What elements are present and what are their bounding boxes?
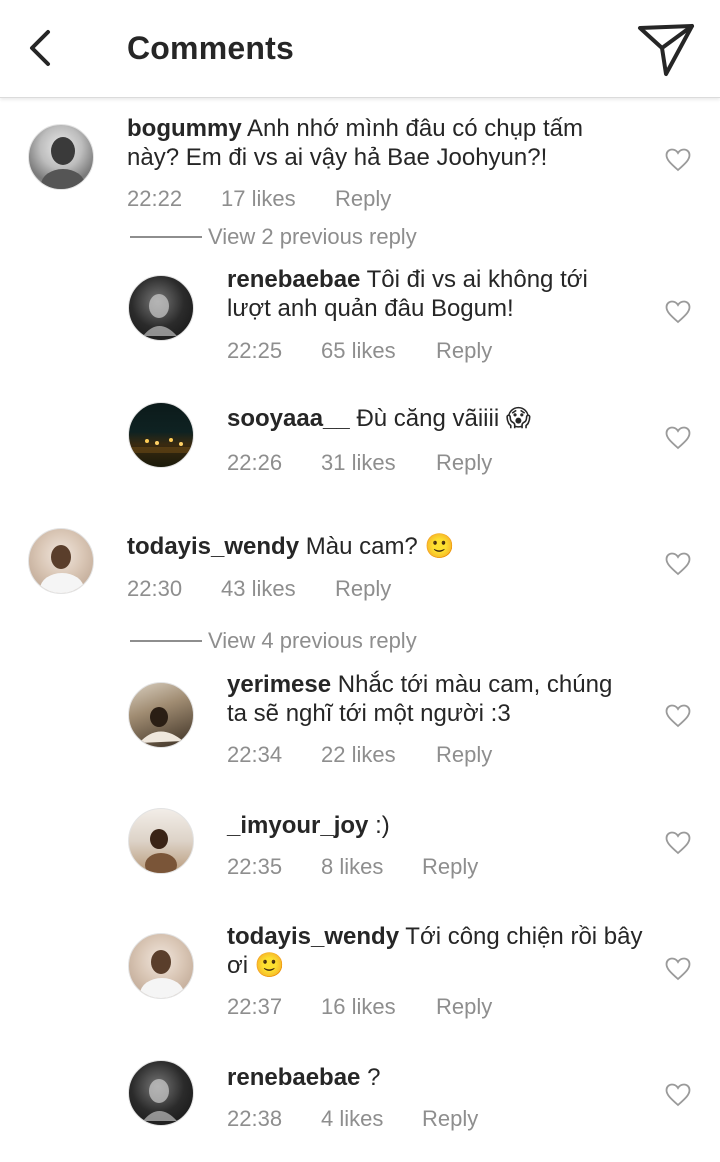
heart-outline-icon[interactable] [665, 831, 691, 855]
likes-count[interactable]: 4 likes [321, 1106, 383, 1132]
view-previous-replies-button[interactable]: View 4 previous reply [130, 628, 417, 654]
reply-button[interactable]: Reply [422, 1106, 478, 1132]
heart-outline-icon[interactable] [665, 426, 691, 450]
likes-count[interactable]: 65 likes [321, 338, 396, 364]
likes-count[interactable]: 16 likes [321, 994, 396, 1020]
comment-body: Đù căng vãiiii 😱 [356, 405, 531, 432]
comment-text: yerimese Nhắc tới màu cam, chúng ta sẽ n… [227, 670, 627, 728]
heart-outline-icon[interactable] [665, 1083, 691, 1107]
comment-body: :) [375, 812, 390, 839]
heart-outline-icon[interactable] [665, 704, 691, 728]
timestamp: 22:26 [227, 450, 283, 475]
username[interactable]: sooyaaa__ [227, 405, 350, 432]
reply-button[interactable]: Reply [436, 450, 492, 476]
view-previous-label: View 2 previous reply [208, 224, 417, 249]
likes-count[interactable]: 8 likes [321, 854, 383, 880]
heart-outline-icon[interactable] [665, 300, 691, 324]
avatar[interactable] [128, 275, 194, 341]
divider [130, 236, 202, 238]
likes-count[interactable]: 22 likes [321, 742, 396, 768]
reply-button[interactable]: Reply [422, 854, 478, 880]
username[interactable]: _imyour_joy [227, 812, 368, 839]
comment-text: bogummy Anh nhớ mình đâu có chụp tấm này… [127, 114, 597, 172]
heart-outline-icon[interactable] [665, 148, 691, 172]
reply-item: yerimese Nhắc tới màu cam, chúng ta sẽ n… [0, 670, 720, 770]
likes-count[interactable]: 17 likes [221, 186, 296, 212]
comment-item: todayis_wendy Màu cam? 🙂 22:30 43 likes … [0, 528, 720, 612]
username[interactable]: renebaebae [227, 266, 360, 293]
timestamp: 22:35 [227, 854, 283, 879]
avatar[interactable] [128, 808, 194, 874]
page-title: Comments [127, 30, 294, 66]
back-button[interactable] [20, 26, 60, 70]
comment-text: todayis_wendy Màu cam? 🙂 [127, 532, 607, 561]
view-previous-label: View 4 previous reply [208, 628, 417, 653]
username[interactable]: renebaebae [227, 1064, 360, 1091]
divider [130, 640, 202, 642]
comment-body: ? [367, 1064, 381, 1091]
reply-item: todayis_wendy Tới công chiện rồi bây ơi … [0, 922, 720, 1022]
avatar[interactable] [128, 1060, 194, 1126]
likes-count[interactable]: 31 likes [321, 450, 396, 476]
top-bar: Comments [0, 0, 720, 98]
likes-count[interactable]: 43 likes [221, 576, 296, 602]
timestamp: 22:37 [227, 994, 283, 1019]
avatar[interactable] [28, 124, 94, 190]
timestamp: 22:30 [127, 576, 183, 601]
avatar[interactable] [128, 402, 194, 468]
avatar[interactable] [28, 528, 94, 594]
timestamp: 22:22 [127, 186, 183, 211]
comment-text: renebaebae Tôi đi vs ai không tới lượt a… [227, 265, 607, 323]
view-previous-replies-button[interactable]: View 2 previous reply [130, 224, 417, 250]
chevron-left-icon [30, 30, 50, 66]
comment-text: renebaebae ? [227, 1063, 607, 1092]
comment-text: _imyour_joy :) [227, 811, 607, 840]
username[interactable]: bogummy [127, 115, 242, 142]
heart-outline-icon[interactable] [665, 957, 691, 981]
timestamp: 22:25 [227, 338, 283, 363]
reply-button[interactable]: Reply [436, 742, 492, 768]
comment-item: bogummy Anh nhớ mình đâu có chụp tấm này… [0, 114, 720, 214]
comment-body: Màu cam? 🙂 [305, 533, 455, 560]
username[interactable]: yerimese [227, 671, 331, 698]
username[interactable]: todayis_wendy [127, 533, 299, 560]
reply-button[interactable]: Reply [335, 186, 391, 212]
reply-item: _imyour_joy :) 22:35 8 likes Reply [0, 808, 720, 891]
timestamp: 22:38 [227, 1106, 283, 1131]
username[interactable]: todayis_wendy [227, 923, 399, 950]
reply-button[interactable]: Reply [436, 338, 492, 364]
reply-item: renebaebae ? 22:38 4 likes Reply [0, 1060, 720, 1143]
heart-outline-icon[interactable] [665, 552, 691, 576]
timestamp: 22:34 [227, 742, 283, 767]
avatar[interactable] [128, 933, 194, 999]
share-button[interactable] [634, 18, 698, 80]
reply-item: renebaebae Tôi đi vs ai không tới lượt a… [0, 265, 720, 365]
reply-button[interactable]: Reply [436, 994, 492, 1020]
reply-button[interactable]: Reply [335, 576, 391, 602]
comment-text: todayis_wendy Tới công chiện rồi bây ơi … [227, 922, 647, 980]
reply-item: sooyaaa__ Đù căng vãiiii 😱 22:26 31 like… [0, 402, 720, 484]
avatar[interactable] [128, 682, 194, 748]
paper-plane-icon [638, 24, 694, 76]
comment-text: sooyaaa__ Đù căng vãiiii 😱 [227, 404, 607, 433]
